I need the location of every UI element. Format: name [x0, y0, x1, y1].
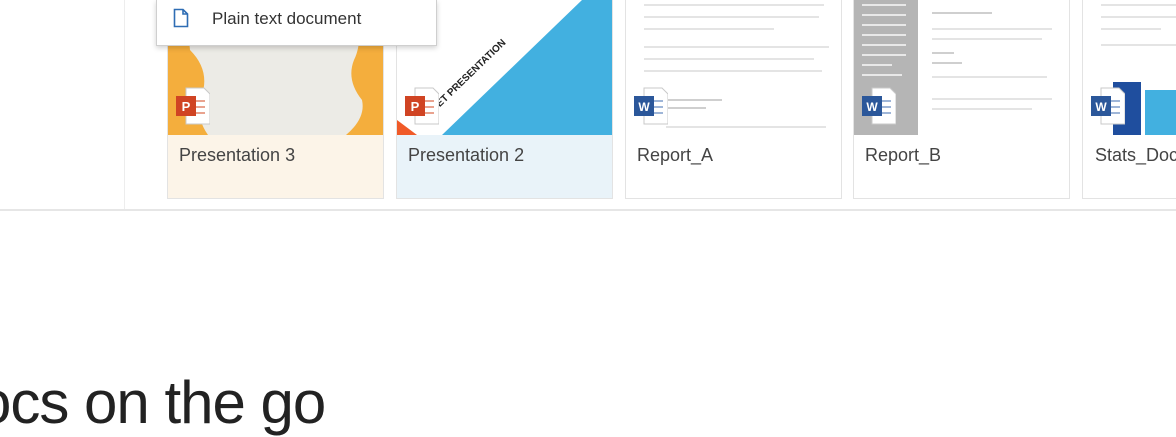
- svg-text:W: W: [1095, 100, 1107, 114]
- powerpoint-file-icon: P: [174, 86, 211, 126]
- new-document-menu: Plain text document: [156, 0, 437, 46]
- powerpoint-file-icon: P: [403, 86, 440, 126]
- file-name: Report_B: [865, 145, 942, 165]
- svg-text:W: W: [866, 100, 878, 114]
- svg-text:W: W: [638, 100, 650, 114]
- file-name: Presentation 3: [168, 135, 383, 198]
- word-file-icon: W: [860, 86, 897, 126]
- file-name: Presentation 2: [397, 135, 612, 198]
- file-name: Report_A: [637, 145, 714, 165]
- svg-text:P: P: [182, 99, 191, 114]
- file-card-report-b[interactable]: W Report_B: [853, 0, 1070, 199]
- file-name: Stats_Doc: [1095, 145, 1176, 165]
- word-file-icon: W: [1089, 86, 1126, 126]
- file-card-stats-doc[interactable]: W Stats_Doc: [1082, 0, 1176, 199]
- section-heading: ocs on the go: [0, 368, 326, 436]
- document-outline-icon: [173, 8, 189, 28]
- sidebar-divider: [124, 0, 125, 210]
- word-file-icon: W: [632, 86, 669, 126]
- file-card-report-a[interactable]: W Report_A: [625, 0, 842, 199]
- svg-text:P: P: [411, 99, 420, 114]
- section-divider: [0, 209, 1176, 211]
- menu-item-label: Plain text document: [212, 9, 362, 28]
- menu-item-plain-text-document[interactable]: Plain text document: [157, 0, 436, 44]
